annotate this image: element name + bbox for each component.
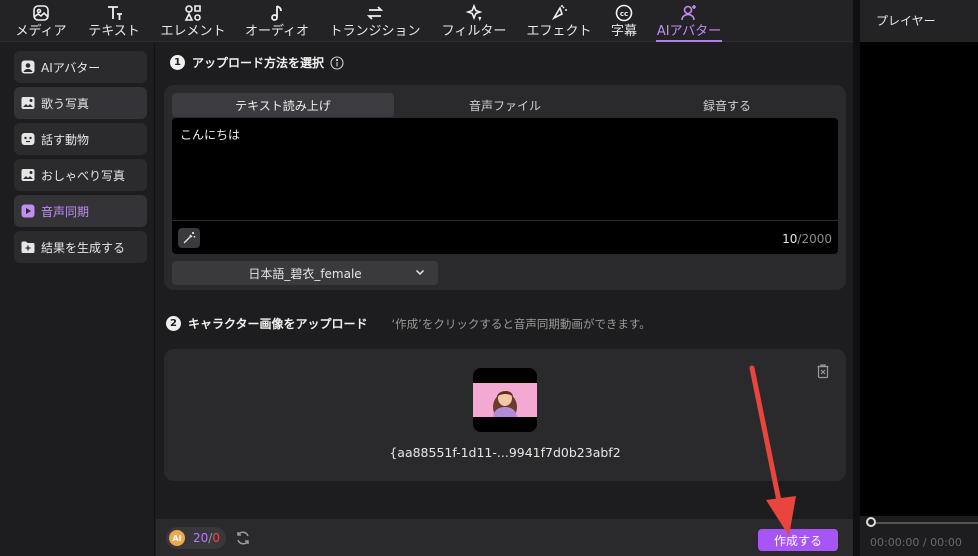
step1-number: 1 — [170, 55, 185, 70]
sidebar-item-generate-result[interactable]: 結果を生成する — [14, 231, 147, 263]
sidebar-item-talking-animal[interactable]: 話す動物 — [14, 123, 147, 155]
sidebar: AIアバター 歌う写真 話す動物 おしゃべり写真 音声同期 結果を生成する — [0, 43, 155, 556]
step2-title: キャラクター画像をアップロード — [188, 317, 368, 331]
media-icon — [32, 2, 50, 24]
photo-chat-icon — [20, 167, 36, 183]
refresh-icon[interactable] — [235, 530, 251, 550]
tool-subtitle[interactable]: cc 字幕 — [606, 0, 642, 42]
tab-audio-file[interactable]: 音声ファイル — [394, 93, 616, 117]
ai-avatar-icon — [680, 2, 698, 24]
character-filename: {aa88551f-1d11-...9941f7d0b23abf2 — [389, 445, 621, 460]
time-current: 00:00:00 — [870, 536, 920, 549]
tool-audio[interactable]: オーディオ — [242, 0, 312, 42]
voice-select[interactable]: 日本語_碧衣_female — [172, 261, 438, 285]
text-icon — [105, 2, 123, 24]
player-scrubber[interactable] — [870, 522, 978, 524]
tool-ai-avatar[interactable]: AIアバター — [654, 0, 724, 42]
lip-sync-icon — [20, 203, 36, 219]
credits-used: 20 — [193, 531, 209, 545]
tool-audio-label: オーディオ — [244, 24, 310, 39]
char-count-current: 10 — [782, 232, 798, 246]
step1-heading: 1 アップロード方法を選択 — [170, 54, 344, 71]
upload-method-card: テキスト読み上げ 音声ファイル 録音する こんにちは 10/2000 日本語_碧… — [164, 85, 846, 290]
tool-effect[interactable]: エフェクト — [523, 0, 595, 42]
element-icon — [184, 2, 202, 24]
step2-heading: 2 キャラクター画像をアップロード ‘作成’をクリックすると音声同期動画ができま… — [166, 315, 651, 332]
voice-select-value: 日本語_碧衣_female — [248, 266, 362, 281]
time-total: 00:00 — [930, 536, 962, 549]
sidebar-item-label: AIアバター — [41, 60, 101, 75]
chevron-down-icon — [414, 266, 426, 281]
tool-element-label: エレメント — [160, 24, 226, 39]
delete-icon[interactable] — [816, 363, 830, 383]
sidebar-item-label: おしゃべり写真 — [41, 168, 126, 183]
tool-ai-avatar-label: AIアバター — [656, 24, 722, 39]
tab-record[interactable]: 録音する — [616, 93, 838, 117]
tool-text-label: テキスト — [88, 24, 140, 39]
character-image-card[interactable]: {aa88551f-1d11-...9941f7d0b23abf2 — [164, 349, 846, 481]
sidebar-item-talking-photo[interactable]: おしゃべり写真 — [14, 159, 147, 191]
sidebar-item-label: 結果を生成する — [41, 240, 126, 255]
step1-title: アップロード方法を選択 — [192, 56, 325, 70]
character-image — [473, 383, 537, 421]
textarea-divider — [172, 220, 838, 221]
main-panel: 1 アップロード方法を選択 テキスト読み上げ 音声ファイル 録音する こんにちは — [156, 43, 853, 556]
filter-icon — [465, 2, 483, 24]
tool-text[interactable]: テキスト — [85, 0, 143, 42]
tool-subtitle-label: 字幕 — [610, 24, 637, 39]
top-toolbar: メディア テキスト エレメント オーディオ トランジション フィルター エフェク… — [0, 0, 853, 42]
info-icon[interactable] — [330, 55, 344, 70]
animal-icon — [20, 131, 36, 147]
tool-filter-label: フィルター — [441, 24, 507, 39]
sidebar-item-label: 歌う写真 — [41, 96, 90, 111]
magic-wand-icon — [182, 231, 196, 245]
app-window: メディア テキスト エレメント オーディオ トランジション フィルター エフェク… — [0, 0, 978, 556]
speech-text-input[interactable]: こんにちは 10/2000 — [172, 118, 838, 254]
player-timecode: 00:00:00 / 00:00 — [870, 536, 962, 549]
character-thumbnail[interactable] — [473, 368, 537, 432]
step2-number: 2 — [166, 316, 181, 331]
folder-plus-icon — [20, 239, 36, 255]
credits-left: 0 — [212, 531, 220, 545]
sidebar-item-lip-sync[interactable]: 音声同期 — [14, 195, 147, 227]
tool-element[interactable]: エレメント — [158, 0, 228, 42]
scrubber-handle[interactable] — [866, 517, 876, 527]
step2-hint: ‘作成’をクリックすると音声同期動画ができます。 — [391, 316, 651, 331]
tool-media[interactable]: メディア — [12, 0, 70, 42]
player-panel: プレイヤー 00:00:00 / 00:00 — [860, 0, 978, 556]
sidebar-item-label: 音声同期 — [41, 204, 90, 219]
transition-icon — [366, 2, 384, 24]
audio-icon — [268, 2, 286, 24]
char-count: 10/2000 — [782, 232, 832, 246]
tool-media-label: メディア — [15, 24, 67, 39]
create-button[interactable]: 作成する — [758, 529, 838, 551]
effect-icon — [550, 2, 568, 24]
ai-credit-icon: AI — [169, 530, 185, 546]
bottom-action-bar: AI 20 / 0 作成する — [156, 519, 853, 556]
speech-text-value[interactable]: こんにちは — [180, 126, 240, 143]
sidebar-item-label: 話す動物 — [41, 132, 90, 147]
sidebar-item-ai-avatar[interactable]: AIアバター — [14, 51, 147, 83]
tab-text-to-speech[interactable]: テキスト読み上げ — [172, 93, 394, 117]
photo-music-icon — [20, 95, 36, 111]
tool-filter[interactable]: フィルター — [438, 0, 510, 42]
subtitle-icon: cc — [614, 2, 634, 24]
method-tabs: テキスト読み上げ 音声ファイル 録音する — [172, 93, 838, 117]
player-controls: 00:00:00 / 00:00 — [860, 516, 978, 556]
player-title: プレイヤー — [860, 0, 978, 42]
avatar-card-icon — [20, 59, 36, 75]
credits-badge: AI 20 / 0 — [166, 527, 226, 549]
tool-transition[interactable]: トランジション — [327, 0, 423, 42]
panel-divider[interactable] — [853, 0, 860, 556]
sidebar-item-singing-photo[interactable]: 歌う写真 — [14, 87, 147, 119]
tool-transition-label: トランジション — [329, 24, 421, 39]
tool-effect-label: エフェクト — [526, 24, 592, 39]
time-separator: / — [922, 536, 927, 549]
char-count-max: /2000 — [797, 232, 832, 246]
ai-write-button[interactable] — [178, 228, 200, 248]
svg-text:cc: cc — [620, 10, 628, 18]
